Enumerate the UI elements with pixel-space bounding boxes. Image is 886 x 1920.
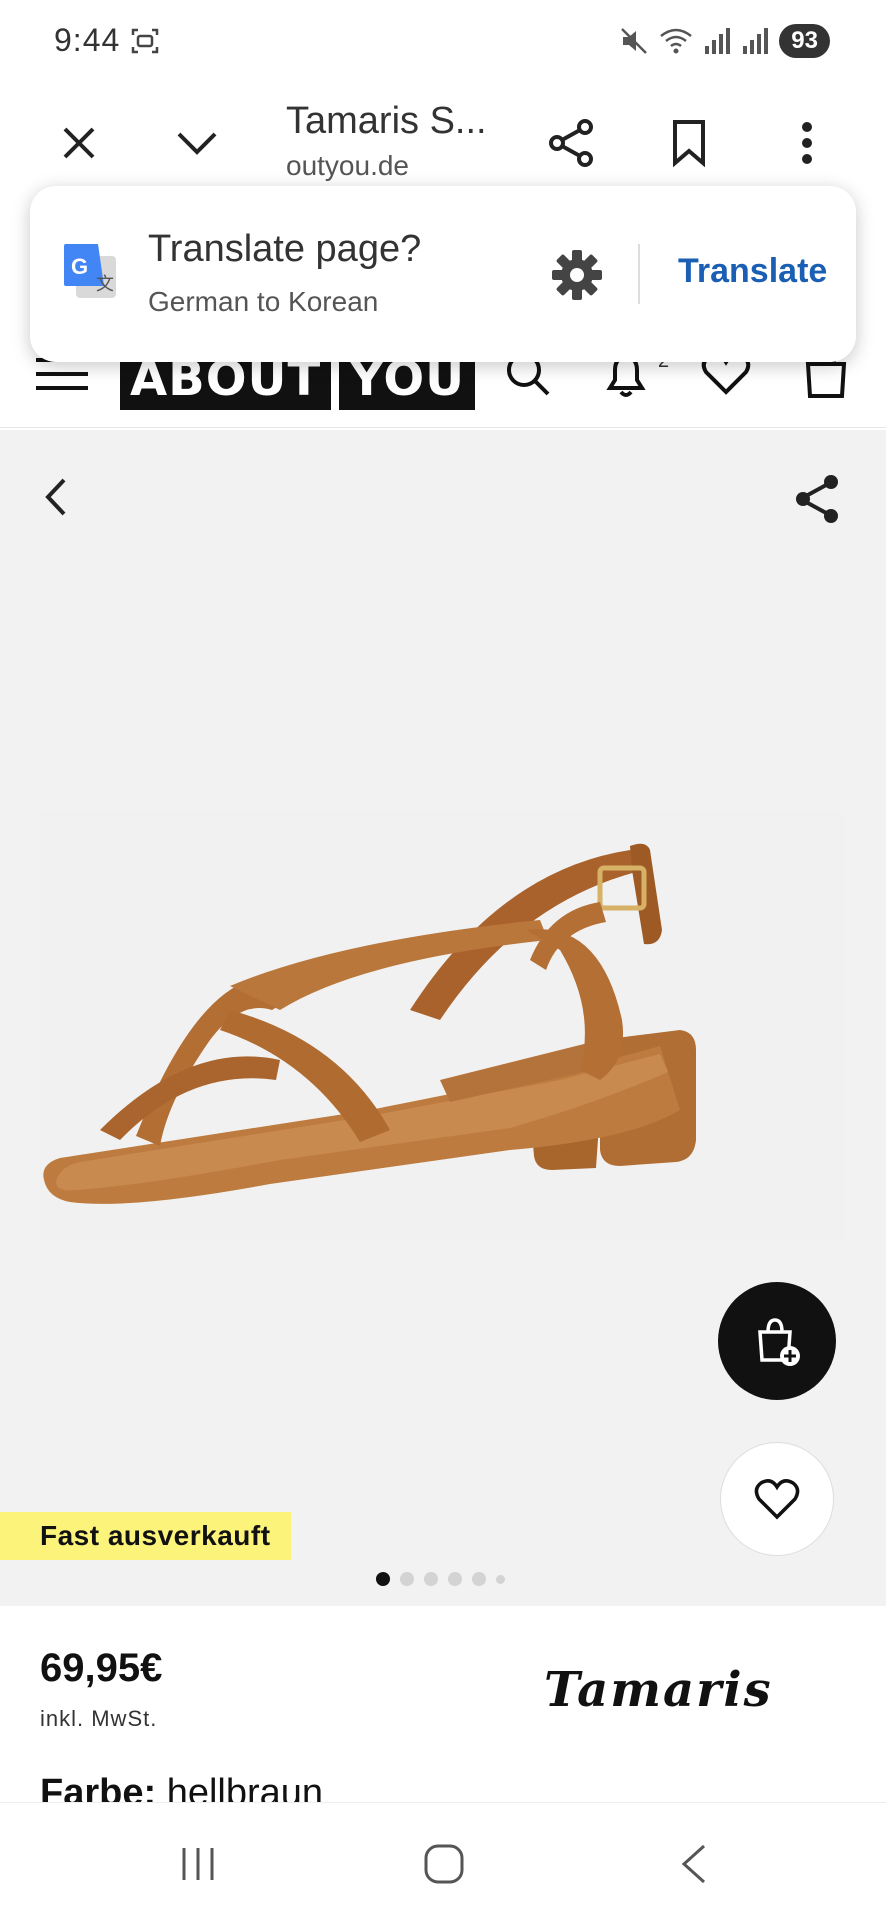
screenshot-icon bbox=[131, 28, 159, 54]
signal-icon bbox=[705, 28, 731, 54]
chevron-down-icon bbox=[177, 132, 217, 155]
color-row: Farbe: hellbraun bbox=[40, 1772, 323, 1806]
gallery-pagination[interactable] bbox=[376, 1572, 505, 1586]
system-back-button[interactable] bbox=[664, 1839, 724, 1889]
recent-apps-button[interactable] bbox=[168, 1839, 228, 1889]
pagination-dot[interactable] bbox=[376, 1572, 390, 1586]
product-gallery[interactable]: Fast ausverkauft bbox=[0, 430, 886, 1606]
pagination-dot[interactable] bbox=[400, 1572, 414, 1586]
status-icons: 93 bbox=[619, 24, 830, 58]
wifi-icon bbox=[660, 28, 693, 54]
minimize-button[interactable] bbox=[162, 108, 232, 178]
color-value: hellbraun bbox=[166, 1772, 324, 1806]
battery-indicator: 93 bbox=[779, 24, 830, 58]
product-price: 69,95€ bbox=[40, 1646, 163, 1690]
share-icon bbox=[549, 119, 593, 167]
translate-button[interactable]: Translate bbox=[678, 252, 827, 291]
low-stock-badge: Fast ausverkauft bbox=[0, 1512, 291, 1560]
more-vertical-icon bbox=[802, 122, 812, 164]
share-icon[interactable] bbox=[792, 472, 842, 526]
home-button[interactable] bbox=[414, 1839, 474, 1889]
close-icon bbox=[63, 127, 95, 159]
close-tab-button[interactable] bbox=[44, 108, 114, 178]
divider bbox=[638, 244, 640, 304]
back-icon[interactable] bbox=[34, 472, 78, 522]
recents-icon bbox=[182, 1848, 214, 1880]
status-time: 9:44 bbox=[54, 22, 121, 58]
add-to-bag-button[interactable] bbox=[718, 1282, 836, 1400]
translate-languages: German to Korean bbox=[148, 286, 379, 317]
home-icon bbox=[424, 1844, 464, 1884]
system-nav-bar bbox=[0, 1802, 886, 1920]
brand-name: Tamaris bbox=[544, 1662, 773, 1718]
google-translate-icon: G 文 bbox=[64, 244, 116, 298]
pagination-dot[interactable] bbox=[424, 1572, 438, 1586]
color-label: Farbe: bbox=[40, 1772, 157, 1806]
share-page-button[interactable] bbox=[536, 108, 606, 178]
translate-popup: G 文 Translate page? German to Korean Tra… bbox=[30, 186, 856, 362]
page-url: outyou.de bbox=[286, 150, 409, 181]
mute-icon bbox=[621, 28, 648, 54]
bookmark-icon bbox=[673, 120, 705, 167]
pagination-dot[interactable] bbox=[448, 1572, 462, 1586]
svg-text:G: G bbox=[71, 254, 88, 279]
product-image[interactable] bbox=[40, 810, 846, 1240]
tax-note: inkl. MwSt. bbox=[40, 1706, 158, 1731]
bookmark-button[interactable] bbox=[654, 108, 724, 178]
gear-icon[interactable] bbox=[550, 248, 604, 302]
pagination-dot[interactable] bbox=[472, 1572, 486, 1586]
signal-icon-2 bbox=[743, 28, 769, 54]
heart-icon bbox=[754, 1479, 800, 1520]
translate-title: Translate page? bbox=[148, 228, 422, 270]
svg-text:文: 文 bbox=[96, 274, 114, 294]
page-title: Tamaris S... bbox=[286, 100, 487, 142]
back-arrow-icon bbox=[681, 1844, 706, 1884]
status-bar: 9:44 93 bbox=[0, 0, 886, 88]
bag-add-icon bbox=[758, 1318, 800, 1366]
more-menu-button[interactable] bbox=[772, 108, 842, 178]
brand-logo[interactable]: Tamaris bbox=[540, 1660, 850, 1718]
pagination-dot[interactable] bbox=[496, 1574, 505, 1584]
menu-icon[interactable] bbox=[36, 358, 88, 398]
wishlist-button[interactable] bbox=[720, 1442, 834, 1556]
